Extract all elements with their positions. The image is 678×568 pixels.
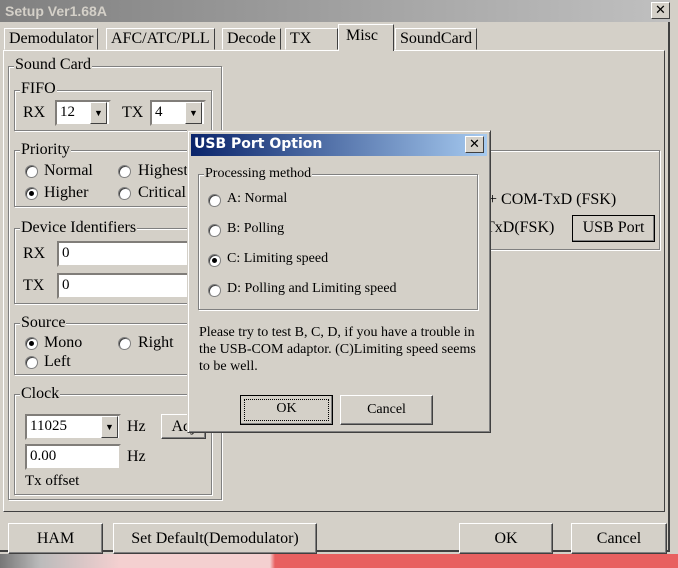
- sound-card-label: Sound Card: [14, 56, 92, 73]
- tab-misc[interactable]: Misc: [338, 24, 394, 51]
- tx-offset-label: Tx offset: [25, 473, 80, 489]
- com-txd-fsk-label: + COM-TxD (FSK): [488, 191, 617, 208]
- option-a-radio[interactable]: [208, 194, 221, 207]
- chevron-down-icon[interactable]: ▼: [90, 102, 107, 124]
- priority-highest-label: Highest: [138, 162, 188, 179]
- source-right-radio[interactable]: [118, 337, 131, 350]
- clock-value: 11025: [30, 418, 67, 434]
- source-left-label: Left: [44, 353, 71, 370]
- source-label: Source: [20, 314, 67, 331]
- priority-higher-label: Higher: [44, 184, 89, 201]
- fifo-tx-label: TX: [122, 104, 144, 121]
- ok-button[interactable]: OK: [459, 523, 553, 554]
- dialog-note: Please try to test B, C, D, if you have …: [199, 325, 476, 374]
- close-icon[interactable]: ✕: [651, 2, 670, 19]
- usb-port-option-dialog: USB Port Option ✕ Processing method A: N…: [187, 130, 491, 433]
- device-tx-select[interactable]: 0: [57, 273, 197, 299]
- device-rx-select[interactable]: 0: [57, 241, 197, 267]
- close-icon[interactable]: ✕: [465, 136, 484, 153]
- tx-offset-input[interactable]: 0.00: [25, 444, 121, 470]
- tx-offset-unit: Hz: [127, 448, 146, 465]
- priority-label: Priority: [20, 141, 71, 158]
- source-mono-radio[interactable]: [25, 337, 38, 350]
- option-d-label: D: Polling and Limiting speed: [227, 281, 397, 296]
- txd-fsk-label: TxD(FSK): [485, 219, 555, 236]
- priority-critical-label: Critical: [138, 184, 186, 201]
- chevron-down-icon[interactable]: ▼: [101, 416, 118, 438]
- option-c-label: C: Limiting speed: [227, 251, 329, 266]
- dialog-ok-button[interactable]: OK: [240, 395, 333, 425]
- dialog-cancel-button[interactable]: Cancel: [340, 395, 433, 425]
- priority-highest-radio[interactable]: [118, 165, 131, 178]
- device-tx-value: 0: [62, 277, 70, 293]
- clock-unit: Hz: [127, 418, 146, 435]
- ham-button[interactable]: HAM: [8, 523, 103, 554]
- fifo-label: FIFO: [20, 80, 57, 97]
- tab-decode[interactable]: Decode: [222, 28, 281, 50]
- option-b-label: B: Polling: [227, 221, 285, 236]
- chevron-down-icon[interactable]: ▼: [185, 102, 202, 124]
- background-app-strip: [0, 554, 678, 568]
- priority-normal-label: Normal: [44, 162, 93, 179]
- option-a-label: A: Normal: [227, 191, 288, 206]
- window-title: Setup Ver1.68A: [5, 3, 107, 19]
- source-mono-label: Mono: [44, 334, 83, 351]
- fifo-rx-value: 12: [60, 104, 75, 120]
- option-d-radio[interactable]: [208, 284, 221, 297]
- option-c-radio[interactable]: [208, 254, 221, 267]
- device-tx-label: TX: [23, 277, 45, 294]
- dialog-title: USB Port Option: [194, 136, 323, 152]
- device-identifiers-label: Device Identifiers: [20, 219, 138, 236]
- processing-method-label: Processing method: [204, 166, 313, 182]
- device-rx-label: RX: [23, 245, 46, 262]
- tab-soundcard[interactable]: SoundCard: [395, 28, 477, 50]
- title-bar: Setup Ver1.68A: [0, 0, 670, 22]
- dialog-title-bar: USB Port Option: [191, 134, 487, 156]
- cancel-button[interactable]: Cancel: [571, 523, 667, 554]
- clock-label: Clock: [20, 385, 61, 402]
- fifo-rx-label: RX: [23, 104, 46, 121]
- priority-critical-radio[interactable]: [118, 187, 131, 200]
- device-rx-value: 0: [62, 245, 70, 261]
- source-left-radio[interactable]: [25, 356, 38, 369]
- usb-port-button[interactable]: USB Port: [572, 215, 655, 242]
- option-b-radio[interactable]: [208, 224, 221, 237]
- tab-tx[interactable]: TX: [285, 28, 338, 50]
- tab-afc-atc-pll[interactable]: AFC/ATC/PLL: [106, 28, 215, 50]
- fifo-tx-value: 4: [155, 104, 163, 120]
- priority-normal-radio[interactable]: [25, 165, 38, 178]
- priority-higher-radio[interactable]: [25, 187, 38, 200]
- tab-demodulator[interactable]: Demodulator: [4, 28, 99, 50]
- set-default-button[interactable]: Set Default(Demodulator): [113, 523, 317, 554]
- source-right-label: Right: [138, 334, 174, 351]
- tx-offset-value: 0.00: [30, 448, 57, 464]
